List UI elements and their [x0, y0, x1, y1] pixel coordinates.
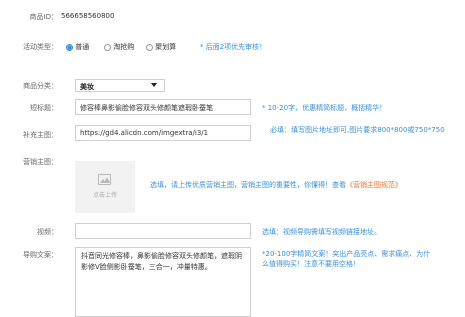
product-id-row: 商品ID： 566658560800 — [0, 12, 465, 22]
activity-type-row: 活动类型： 普通 淘抢购 聚划算 * 后面2项优先审核！ — [0, 42, 465, 52]
copy-textarea[interactable]: 抖音同光修容棒，鼻影偷脸修容双头修颜笔，遮瑕阴影修V脸侧影卧蚕笔，三合一，冲量特… — [75, 247, 251, 317]
video-hint: 选填：视频导购需填写视频链接地址。 — [262, 228, 381, 236]
radio-icon[interactable] — [146, 43, 153, 51]
marketing-image-hint: 选填，请上传优质营销主图，营销主图的重要性，你懂得！查看《营销主图规范》 — [150, 180, 402, 190]
video-label: 视频： — [37, 228, 58, 236]
copy-label: 导购文案： — [23, 251, 58, 259]
chevron-down-icon[interactable] — [151, 83, 157, 87]
marketing-image-row: 营销主图： 点击上传 选填，请上传优质营销主图，营销主图的重要性，你懂得！查看《… — [0, 155, 465, 215]
activity-option-label: 普通 — [75, 43, 90, 51]
activity-type-label: 活动类型： — [23, 43, 58, 51]
marketing-image-hint-text: 选填，请上传优质营销主图，营销主图的重要性，你懂得！查看 — [150, 181, 346, 189]
activity-option-juhuasuan[interactable]: 聚划算 — [146, 42, 176, 52]
marketing-image-spec-link[interactable]: 《营销主图规范》 — [346, 181, 402, 189]
image-upload-icon[interactable] — [98, 174, 111, 185]
main-image-url-input[interactable]: https://gd4.alicdn.com/imgextra/i3/1 — [75, 125, 251, 141]
short-title-hint: * 10-20字，优惠精简标题，概括精华！ — [262, 104, 387, 112]
radio-icon[interactable] — [104, 43, 111, 51]
copy-hint: *20-100字精简文案！突出产品亮点、需求痛点、为什么值得购买！注意不要用空格… — [262, 250, 431, 268]
marketing-image-label: 营销主图： — [23, 158, 58, 166]
activity-option-normal[interactable]: 普通 — [66, 42, 89, 52]
marketing-image-upload[interactable]: 点击上传 — [75, 161, 135, 213]
video-row: 视频： 选填：视频导购需填写视频链接地址。 — [0, 223, 465, 239]
activity-type-note: * 后面2项优先审核！ — [200, 43, 267, 51]
short-title-row: 短标题： 修容棒鼻影偷脸修容双头修颜笔遮瑕卧蚕笔 * 10-20字，优惠精简标题… — [0, 99, 465, 115]
short-title-input[interactable]: 修容棒鼻影偷脸修容双头修颜笔遮瑕卧蚕笔 — [75, 99, 251, 115]
activity-option-label: 淘抢购 — [113, 43, 135, 51]
main-image-hint: 必填：填写图片地址即可,图片要求800*800或750*750 — [270, 126, 445, 134]
category-select[interactable]: 美妆 — [75, 79, 165, 92]
main-image-label: 补充主图： — [23, 131, 58, 139]
activity-option-flash[interactable]: 淘抢购 — [104, 42, 134, 52]
activity-option-label: 聚划算 — [155, 43, 177, 51]
main-image-url-value: https://gd4.alicdn.com/imgextra/i3/1 — [80, 129, 209, 137]
product-id-label: 商品ID： — [29, 13, 58, 21]
video-url-input[interactable] — [75, 223, 251, 239]
short-title-label: 短标题： — [30, 104, 58, 112]
copy-value: 抖音同光修容棒，鼻影偷脸修容双头修颜笔，遮瑕阴影修V脸侧影卧蚕笔，三合一，冲量特… — [81, 252, 242, 271]
upload-text: 点击上传 — [92, 192, 117, 199]
product-id-value: 566658560800 — [61, 12, 115, 20]
main-image-row: 补充主图： https://gd4.alicdn.com/imgextra/i3… — [0, 125, 465, 147]
category-row: 商品分类： 美妆 — [0, 79, 465, 92]
category-selected-value: 美妆 — [80, 83, 94, 91]
radio-selected-icon[interactable] — [66, 43, 73, 51]
copy-row: 导购文案： 抖音同光修容棒，鼻影偷脸修容双头修颜笔，遮瑕阴影修V脸侧影卧蚕笔，三… — [0, 247, 465, 317]
short-title-value: 修容棒鼻影偷脸修容双头修颜笔遮瑕卧蚕笔 — [80, 104, 213, 112]
category-label: 商品分类： — [23, 82, 58, 90]
